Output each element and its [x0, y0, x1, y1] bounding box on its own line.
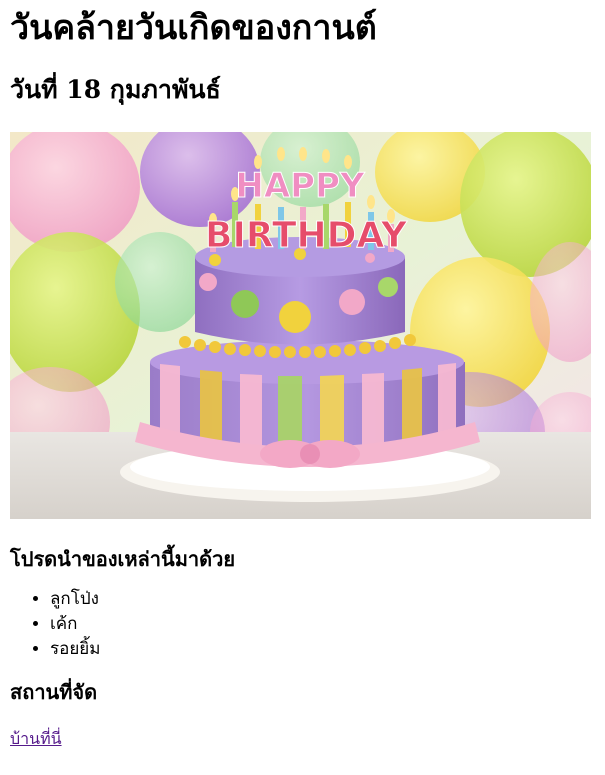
- page-title: วันคล้ายวันเกิดของกานต์: [10, 8, 377, 48]
- venue-link[interactable]: บ้านที่นี่: [10, 728, 595, 750]
- list-item: รอยยิ้ม: [50, 637, 595, 662]
- bring-heading: โปรดนำของเหล่านี้มาด้วย: [10, 547, 236, 571]
- cake-candle-text-2: BIRTHDAY: [205, 215, 408, 256]
- birthday-cake-image: HAPPY BIRTHDAY: [10, 132, 591, 519]
- list-item: ลูกโป่ง: [50, 587, 595, 612]
- cake-candle-text: HAPPY: [235, 166, 365, 206]
- venue-heading: สถานที่จัด: [10, 680, 98, 704]
- bring-list: ลูกโป่ง เค้ก รอยยิ้ม: [10, 587, 595, 662]
- list-item: เค้ก: [50, 612, 595, 637]
- page: วันคล้ายวันเกิดของกานต์ วันที่ 18 กุมภาพ…: [0, 8, 605, 750]
- event-date: วันที่ 18 กุมภาพันธ์: [10, 75, 221, 104]
